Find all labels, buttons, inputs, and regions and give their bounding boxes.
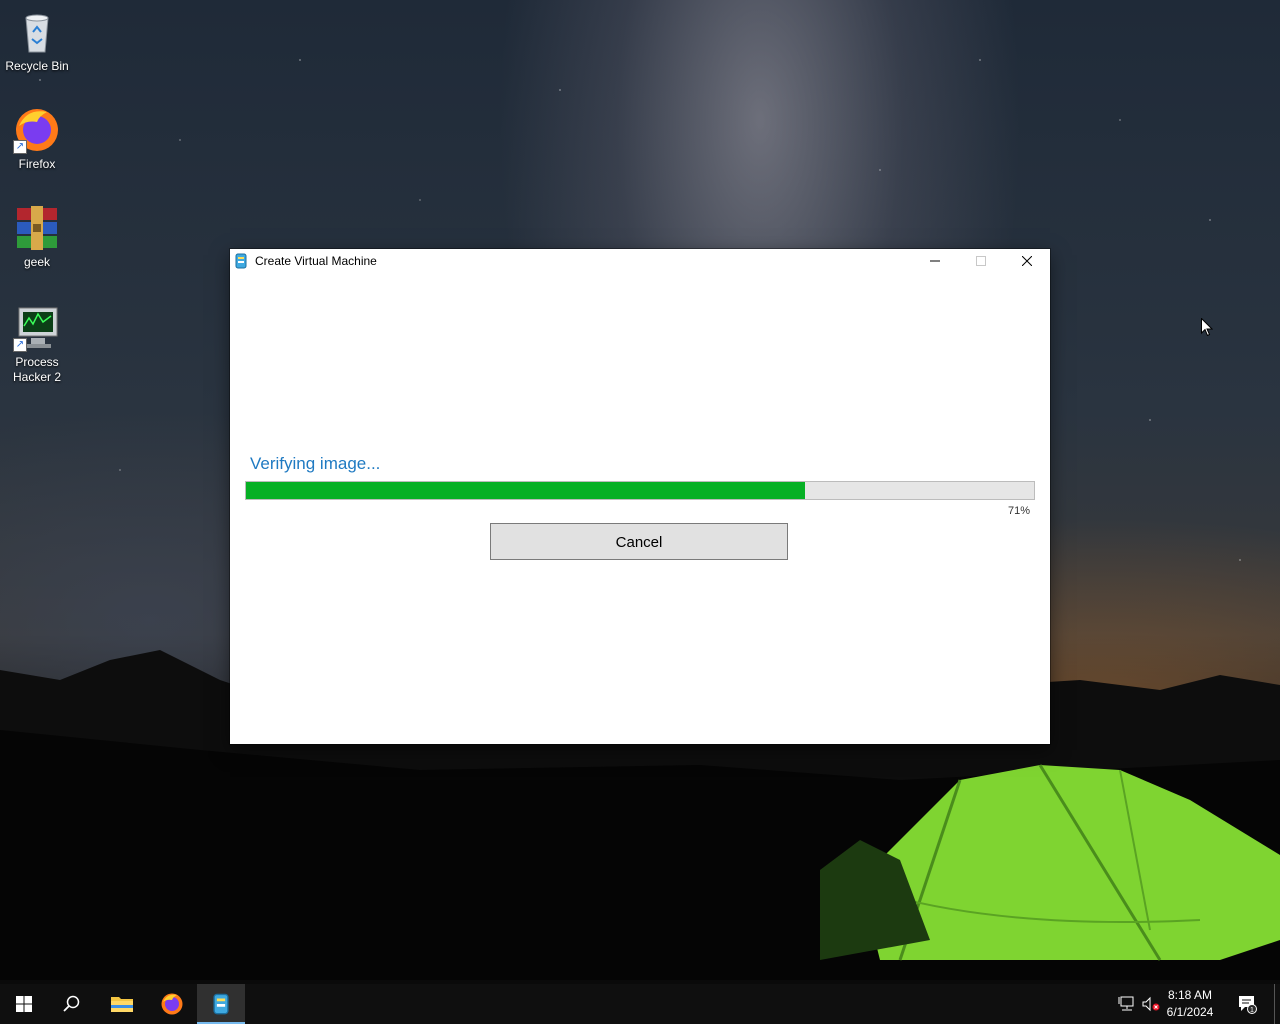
taskbar-file-explorer[interactable]	[98, 984, 146, 1024]
action-center-button[interactable]: 1	[1232, 984, 1262, 1024]
volume-tray-button[interactable]	[1140, 984, 1162, 1024]
start-button[interactable]	[0, 984, 48, 1024]
firefox-icon	[161, 993, 183, 1015]
maximize-button	[958, 249, 1004, 273]
create-vm-window: Create Virtual Machine Verifying image..…	[230, 249, 1050, 744]
search-button[interactable]	[48, 984, 96, 1024]
progress-bar-fill	[246, 482, 806, 499]
progress-bar	[245, 481, 1035, 500]
minimize-button[interactable]	[912, 249, 958, 273]
search-icon	[63, 995, 80, 1012]
close-icon	[1022, 256, 1032, 266]
status-text: Verifying image...	[250, 454, 381, 473]
network-tray-button[interactable]	[1116, 984, 1138, 1024]
process-hacker-icon: ↗	[13, 304, 61, 352]
show-desktop-button[interactable]	[1274, 984, 1280, 1024]
desktop-icon-firefox[interactable]: ↗ Firefox	[4, 106, 70, 172]
desktop-icon-label: geek	[23, 255, 51, 269]
mouse-cursor-icon	[1201, 318, 1213, 337]
maximize-icon	[976, 256, 986, 266]
desktop-icon-recycle-bin[interactable]: Recycle Bin	[4, 8, 70, 74]
minimize-icon	[930, 260, 940, 262]
winrar-icon	[13, 204, 61, 252]
desktop-icon-process-hacker[interactable]: ↗ Process Hacker 2	[4, 304, 70, 385]
shortcut-arrow-icon: ↗	[13, 338, 27, 352]
shortcut-arrow-icon: ↗	[13, 140, 27, 154]
virtual-machine-app-icon	[235, 253, 247, 269]
taskbar-firefox[interactable]	[148, 984, 196, 1024]
firefox-icon: ↗	[13, 106, 61, 154]
windows-start-icon	[16, 996, 32, 1012]
window-titlebar[interactable]: Create Virtual Machine	[230, 249, 1050, 273]
cancel-button[interactable]: Cancel	[490, 523, 788, 560]
recycle-bin-icon	[13, 8, 61, 56]
notification-icon: 1	[1239, 996, 1257, 1014]
close-button[interactable]	[1004, 249, 1050, 273]
taskbar-clock[interactable]: 8:18 AM 6/1/2024	[1162, 987, 1218, 1021]
desktop-icon-label: Process Hacker 2	[12, 355, 62, 384]
taskbar-virtual-machine-app[interactable]	[197, 984, 245, 1024]
network-icon	[1118, 996, 1134, 1011]
taskbar: 8:18 AM 6/1/2024 1	[0, 984, 1280, 1024]
file-explorer-icon	[111, 997, 133, 1012]
clock-time: 8:18 AM	[1167, 988, 1213, 1002]
window-title: Create Virtual Machine	[255, 254, 377, 268]
clock-date: 6/1/2024	[1166, 1005, 1214, 1019]
notification-count: 1	[1250, 1007, 1254, 1014]
desktop-icon-geek[interactable]: geek	[4, 204, 70, 270]
progress-percent: 71%	[1007, 505, 1030, 517]
desktop-icon-label: Recycle Bin	[5, 59, 69, 73]
virtual-machine-app-icon	[213, 993, 229, 1015]
desktop-icon-label: Firefox	[18, 157, 56, 171]
volume-muted-icon	[1142, 996, 1160, 1012]
